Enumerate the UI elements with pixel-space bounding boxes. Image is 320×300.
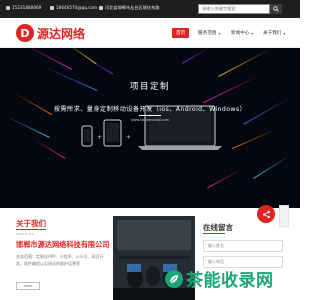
nav-item-label: 首页: [176, 31, 186, 36]
top-bar: 15231888669 18646570@qq.com 河北省邯郸市丛台区联纺东…: [0, 0, 300, 18]
message-title: 在线留言: [203, 223, 233, 232]
email-icon: [50, 5, 54, 10]
about-more-button[interactable]: more: [16, 282, 40, 290]
svg-text:+: +: [97, 134, 102, 141]
about-title-underline: [16, 229, 46, 231]
site-logo[interactable]: D 源达网络: [16, 24, 85, 42]
location-icon: [99, 6, 103, 10]
about-title: 关于我们: [16, 219, 46, 228]
phone-icon: [6, 5, 10, 10]
chevron-down-icon: ▾: [218, 30, 221, 36]
search-icon: [273, 6, 279, 12]
company-name: 邯郸市源达网络科技有限公司: [16, 240, 110, 249]
about-subtitle-en: ABOUT US: [16, 232, 34, 236]
topbar-email-text: 18646570@qq.com: [56, 5, 98, 10]
side-toolbar[interactable]: [279, 205, 289, 227]
logo-icon: D: [16, 24, 34, 42]
hero-subtitle-overlay: 按需所求、量身定制移动设备开发（ios、Android、Windows）: [53, 106, 247, 113]
logo-text: 源达网络: [37, 26, 86, 41]
hero-divider: [139, 115, 161, 116]
devices-illustration: + +: [81, 105, 222, 150]
nav-item-label: 关于我们: [263, 31, 282, 36]
topbar-phone-text: 15231888669: [12, 5, 42, 10]
leaf-icon: [169, 274, 178, 283]
share-icon: [262, 210, 270, 218]
share-button[interactable]: [257, 205, 275, 223]
about-description: 业务范围：定制化APP、小程序、公众号、网页开发，软件编程以及网站的维护运营等: [16, 254, 104, 266]
chevron-down-icon: ▾: [283, 30, 286, 36]
search-button[interactable]: [270, 4, 282, 14]
topbar-address: 河北省邯郸市丛台区联纺东路: [99, 5, 159, 11]
nav-item-label: 新闻中心: [231, 31, 250, 36]
topbar-email[interactable]: 18646570@qq.com: [50, 5, 97, 10]
nav-item-about[interactable]: 关于我们 ▾: [259, 28, 289, 38]
nav-item-label: 服务范围: [198, 31, 217, 36]
watermark-logo-icon: [165, 269, 183, 288]
svg-text:+: +: [126, 134, 131, 141]
topbar-phone[interactable]: 15231888669: [6, 5, 41, 10]
message-title-underline: [203, 233, 225, 235]
topbar-address-text: 河北省邯郸市丛台区联纺东路: [105, 5, 160, 10]
watermark: 茶能收录网: [165, 266, 274, 291]
hero-url: www.handancaiqi.com: [130, 118, 170, 122]
chevron-down-icon: ▾: [251, 30, 254, 36]
page: 15231888669 18646570@qq.com 河北省邯郸市丛台区联纺东…: [0, 0, 300, 300]
hero-title-overlay: 项目定制: [129, 82, 170, 92]
watermark-text: 茶能收录网: [186, 271, 274, 291]
nav-item-services[interactable]: 服务范围 ▾: [194, 28, 224, 38]
nav-item-news[interactable]: 新闻中心 ▾: [227, 28, 257, 38]
search-input[interactable]: 请输入关键字搜索: [198, 4, 270, 14]
name-input[interactable]: 输入姓名: [203, 240, 283, 252]
nav-item-home[interactable]: 首页: [172, 28, 190, 38]
